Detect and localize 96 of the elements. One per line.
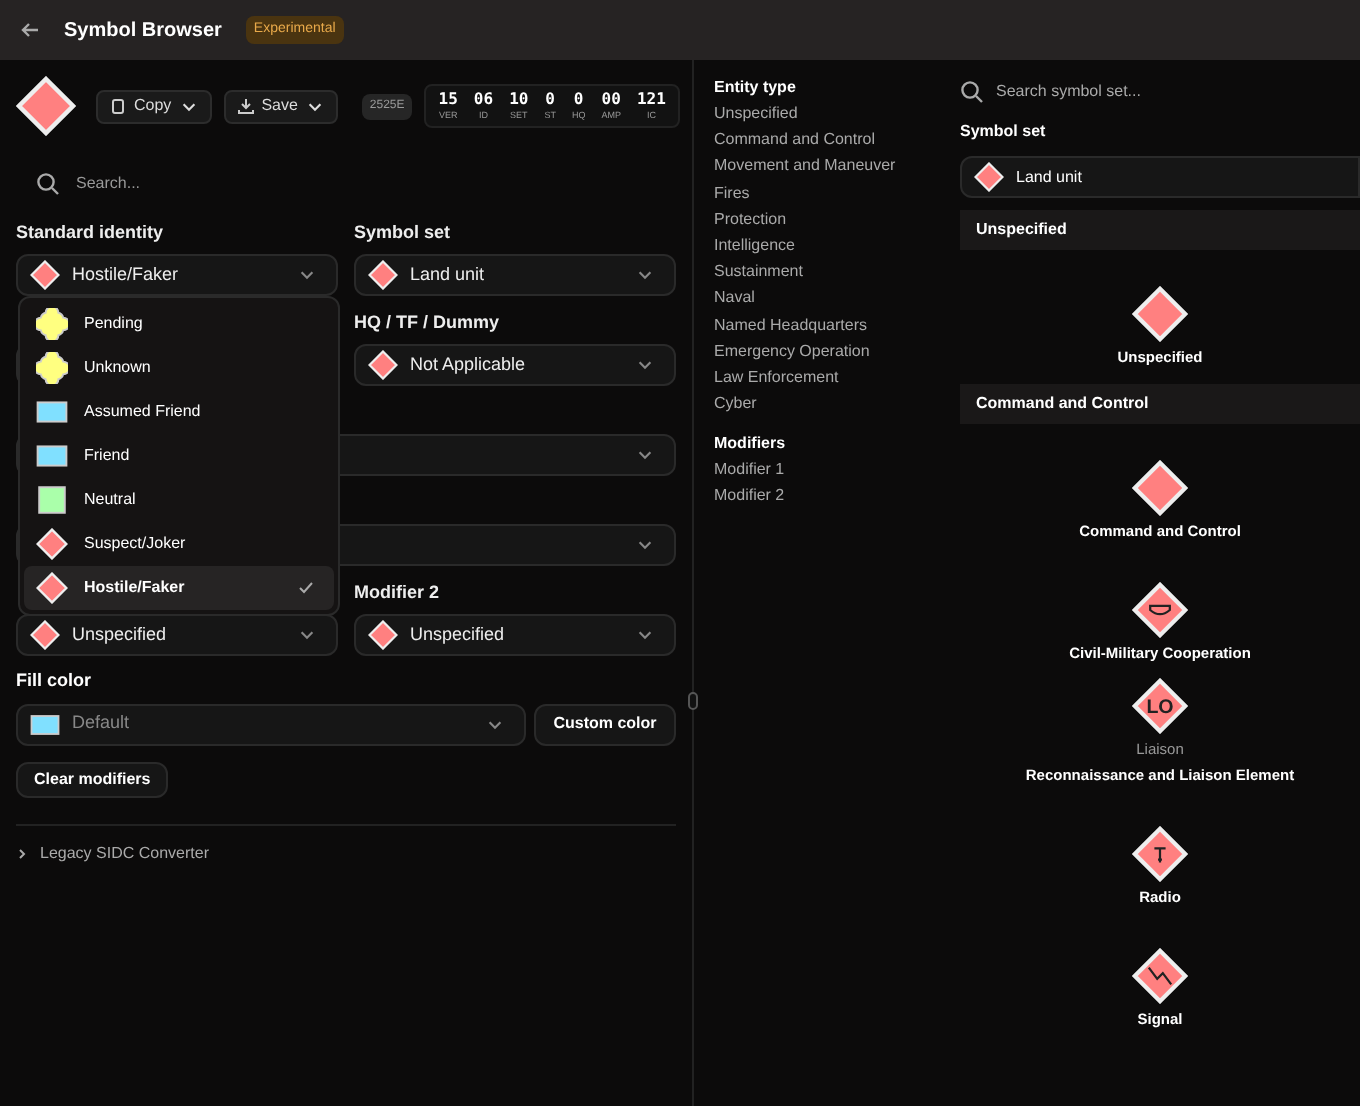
entity-type-link[interactable]: Intelligence [714, 231, 924, 259]
field-label: HQ / TF / Dummy [354, 309, 500, 336]
symbol-icon [30, 260, 60, 290]
modifier-link[interactable]: Modifier 1 [714, 456, 924, 483]
symbol-icon [368, 620, 398, 650]
window-title: Symbol Browser [64, 17, 222, 45]
select-value: Land unit [410, 261, 485, 288]
entity-type-link[interactable]: Protection [714, 205, 924, 232]
select-field[interactable]: Land unit [354, 254, 676, 296]
select-field[interactable]: Unspecified [354, 614, 676, 656]
section-header: Unspecified [960, 210, 1360, 250]
dropdown-option[interactable]: Suspect/Joker [24, 522, 334, 566]
entity-type-link[interactable]: Fires [714, 179, 924, 206]
download-icon [237, 98, 254, 114]
symbol-icon: LO [1132, 677, 1188, 733]
field-label: Fill color [16, 668, 94, 694]
dropdown-option[interactable]: Pending [24, 302, 334, 346]
chevron-down-icon [636, 266, 654, 284]
option-label: Assumed Friend [84, 400, 201, 424]
field-label: Modifier 2 [354, 579, 440, 605]
checkmark-icon [298, 580, 314, 596]
chevron-right-icon[interactable] [16, 847, 28, 859]
back-arrow-icon[interactable] [20, 20, 40, 40]
select-value: Hostile/Faker [72, 261, 179, 288]
search-icon [36, 172, 60, 196]
field-label: Standard identity [16, 219, 164, 246]
legacy-converter-toggle[interactable]: Legacy SIDC Converter [40, 841, 209, 865]
symbol-icon [1132, 285, 1188, 342]
entity-type-link[interactable]: Named Headquarters [714, 311, 924, 338]
select-value: Default [72, 710, 130, 737]
dropdown-option[interactable]: Hostile/Faker [24, 566, 334, 610]
chevron-down-icon [298, 266, 316, 284]
option-label: Pending [84, 312, 143, 336]
code-digits: 15 [438, 89, 458, 110]
select-field[interactable]: Not Applicable [354, 344, 676, 386]
dropdown-option[interactable]: Unknown [24, 346, 334, 390]
code-digits: 0 [545, 89, 555, 110]
entity-type-link[interactable]: Naval [714, 284, 924, 311]
symbol-icon [1132, 581, 1188, 638]
select-value: Unspecified [410, 621, 505, 648]
code-digits: 0 [573, 89, 584, 110]
entity-type-link[interactable]: Law Enforcement [714, 363, 924, 391]
select-value: Unspecified [72, 621, 167, 648]
option-label: Neutral [84, 488, 136, 512]
copy-button[interactable]: Copy [96, 89, 212, 123]
dropdown-option[interactable]: Assumed Friend [24, 390, 334, 434]
color-swatch-icon [30, 709, 60, 739]
fill-color-select[interactable]: Default [16, 703, 526, 745]
option-label: Suspect/Joker [84, 532, 186, 556]
field-label: Symbol set [354, 219, 451, 246]
entity-type-link[interactable]: Movement and Maneuver [714, 152, 924, 180]
chevron-down-icon [636, 446, 654, 464]
search-field[interactable]: Search... [76, 172, 396, 196]
select-value: Land unit [1016, 165, 1082, 189]
field-label: Symbol set [960, 120, 1048, 144]
symbol-preview-icon [16, 76, 76, 136]
symbol-icon [1132, 947, 1188, 1004]
symbol-icon [974, 162, 1004, 192]
section-header: Command and Control [960, 384, 1360, 424]
code-digits: 121 [636, 89, 666, 110]
symbol-icon [1132, 459, 1188, 516]
section-heading: Entity type [714, 76, 798, 100]
chevron-down-icon [636, 356, 654, 374]
dropdown-option[interactable]: Friend [24, 434, 334, 478]
code-digits: 00 [601, 89, 621, 110]
chevron-down-icon [298, 626, 316, 644]
clipboard-icon [110, 98, 126, 114]
dropdown-option[interactable]: Neutral [24, 478, 334, 522]
chevron-down-icon [636, 536, 654, 554]
option-label: Hostile/Faker [84, 576, 185, 600]
save-button[interactable]: Save [223, 89, 338, 123]
symbol-search-field[interactable]: Search symbol set... [996, 80, 1252, 104]
select-field[interactable]: Unspecified [16, 614, 338, 656]
symbol-icon [368, 350, 398, 380]
symbol-icon [1132, 825, 1188, 882]
symbol-set-select[interactable]: Land unit [960, 156, 1360, 198]
entity-type-link[interactable]: Unspecified [714, 100, 924, 127]
entity-type-link[interactable]: Sustainment [714, 258, 924, 285]
select-value: Not Applicable [410, 351, 526, 378]
resize-handle[interactable] [688, 692, 698, 710]
chevron-down-icon [636, 626, 654, 644]
custom-color-button[interactable]: Custom color [534, 703, 676, 745]
search-icon [960, 80, 984, 104]
option-label: Friend [84, 444, 130, 468]
clear-modifiers-button[interactable]: Clear modifiers [16, 761, 169, 797]
option-label: Unknown [84, 356, 151, 380]
symbol-icon [368, 260, 398, 290]
modifier-link[interactable]: Modifier 2 [714, 482, 924, 510]
symbol-icon [30, 620, 60, 650]
entity-type-link[interactable]: Command and Control [714, 126, 924, 153]
code-digits: 06 [473, 89, 494, 110]
code-digits: 10 [509, 89, 529, 110]
section-heading: Modifiers [714, 432, 788, 457]
entity-type-link[interactable]: Cyber [714, 390, 924, 417]
select-field[interactable]: Hostile/Faker [16, 254, 338, 296]
entity-type-link[interactable]: Emergency Operation [714, 337, 924, 364]
